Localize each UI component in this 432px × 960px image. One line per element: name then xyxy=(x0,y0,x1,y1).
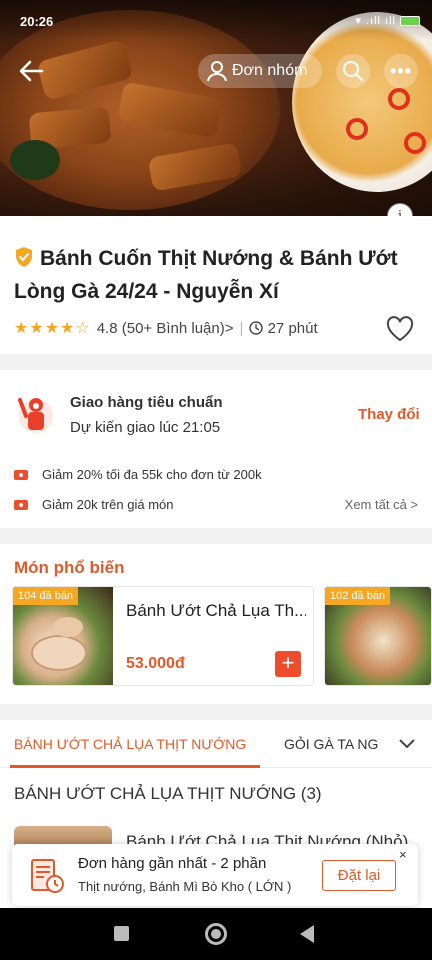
popular-section: Món phổ biến 104 đã bán Bánh Ướt Chả Lụa… xyxy=(0,544,432,704)
recent-order-banner[interactable]: Đơn hàng gần nhất - 2 phần Thịt nướng, B… xyxy=(12,844,418,906)
expand-categories-button[interactable] xyxy=(398,734,416,752)
delivery-time: 27 phút xyxy=(267,319,318,337)
section-title: Món phổ biến xyxy=(14,558,125,577)
search-icon xyxy=(343,61,364,82)
chevron-right-icon: > xyxy=(224,319,234,337)
search-button[interactable] xyxy=(336,54,370,88)
dish-name: Bánh Ướt Chả Lụa Th... xyxy=(126,601,306,620)
more-options-button[interactable]: ••• xyxy=(384,54,418,88)
status-bar: 20:26 ▾ .ıll ıll xyxy=(0,0,432,40)
store-name: Bánh Cuốn Thịt Nướng & Bánh Ướt Lòng Gà … xyxy=(14,247,398,303)
popular-item-card[interactable]: 104 đã bán Bánh Ướt Chả Lụa Th... 53.000… xyxy=(12,586,314,686)
rating-value: 4.8 xyxy=(96,319,118,337)
arrow-left-icon xyxy=(19,60,44,82)
category-title: BÁNH ƯỚT CHẢ LỤA THỊT NƯỚNG (3) xyxy=(14,784,322,803)
delivery-type: Giao hàng tiêu chuẩn xyxy=(70,394,223,411)
status-time: 20:26 xyxy=(20,14,54,29)
chili-slice xyxy=(388,88,410,110)
tab-goi-ga[interactable]: GỎI GÀ TA NG xyxy=(284,736,378,752)
sold-count-badge: 102 đã bán xyxy=(325,587,391,605)
chevron-down-icon xyxy=(399,739,415,749)
add-to-cart-button[interactable]: + xyxy=(275,651,301,677)
back-button[interactable] xyxy=(16,56,46,86)
promo-item[interactable]: Giảm 20% tối đa 55k cho đơn từ 200k xyxy=(14,467,262,482)
verified-shield-icon xyxy=(14,246,34,268)
clock-icon xyxy=(249,321,264,335)
rating-row[interactable]: ★★★★☆ 4.8 (50+ Bình luận) > | 27 phút xyxy=(14,318,318,338)
dish-price: 53.000đ xyxy=(126,655,185,672)
favorite-button[interactable] xyxy=(386,316,414,342)
group-order-label: Đơn nhóm xyxy=(232,62,308,79)
change-delivery-button[interactable]: Thay đổi xyxy=(358,406,420,423)
see-all-promos-link[interactable]: Xem tất cả > xyxy=(345,497,418,512)
rating-stars-icon: ★★★★☆ xyxy=(14,320,91,337)
chili-slice xyxy=(404,132,426,154)
heart-icon xyxy=(386,316,414,342)
recent-apps-icon[interactable] xyxy=(114,926,129,941)
more-icon: ••• xyxy=(390,60,412,81)
discount-tag-icon xyxy=(14,469,28,480)
signal-icon: ▾ .ıll ıll xyxy=(355,15,396,27)
status-icons: ▾ .ıll ıll xyxy=(355,14,420,27)
store-title-block: Bánh Cuốn Thịt Nướng & Bánh Ướt Lòng Gà … xyxy=(14,242,418,308)
person-icon xyxy=(207,61,227,82)
active-tab-indicator xyxy=(10,765,260,768)
recent-order-title: Đơn hàng gần nhất - 2 phần xyxy=(78,855,267,872)
recent-order-items: Thịt nướng, Bánh Mì Bò Kho ( LỚN ) xyxy=(78,879,292,894)
back-triangle-icon[interactable] xyxy=(300,925,314,943)
group-order-button[interactable]: Đơn nhóm xyxy=(198,54,322,88)
promo-text: Giảm 20k trên giá món xyxy=(42,497,174,512)
chili-slice xyxy=(346,118,368,140)
cha-lua xyxy=(31,635,87,671)
category-tabs: BÁNH ƯỚT CHẢ LỤA THỊT NƯỚNG GỎI GÀ TA NG xyxy=(0,720,432,768)
delivery-rider-icon xyxy=(14,390,54,436)
cha-lua xyxy=(53,617,83,637)
store-info-card: Bánh Cuốn Thịt Nướng & Bánh Ướt Lòng Gà … xyxy=(0,216,432,354)
delivery-card: Giao hàng tiêu chuẩn Dự kiến giao lúc 21… xyxy=(0,370,432,528)
receipt-clock-icon xyxy=(30,858,64,894)
battery-icon xyxy=(400,16,420,27)
promo-text: Giảm 20% tối đa 55k cho đơn từ 200k xyxy=(42,467,262,482)
system-nav-bar xyxy=(0,908,432,960)
close-icon[interactable]: × xyxy=(399,847,407,862)
home-icon[interactable] xyxy=(205,923,227,945)
herbs xyxy=(10,140,60,180)
tab-banh-uot-cha-lua[interactable]: BÁNH ƯỚT CHẢ LỤA THỊT NƯỚNG xyxy=(14,736,246,752)
review-count: (50+ Bình luận) xyxy=(121,319,225,337)
promo-item[interactable]: Giảm 20k trên giá món xyxy=(14,497,174,512)
discount-tag-icon xyxy=(14,499,28,510)
delivery-eta: Dự kiến giao lúc 21:05 xyxy=(70,419,221,436)
popular-item-card[interactable]: 102 đã bán xyxy=(324,586,432,686)
divider: | xyxy=(239,319,244,337)
reorder-button[interactable]: Đặt lại xyxy=(322,860,396,891)
sold-count-badge: 104 đã bán xyxy=(13,587,79,605)
